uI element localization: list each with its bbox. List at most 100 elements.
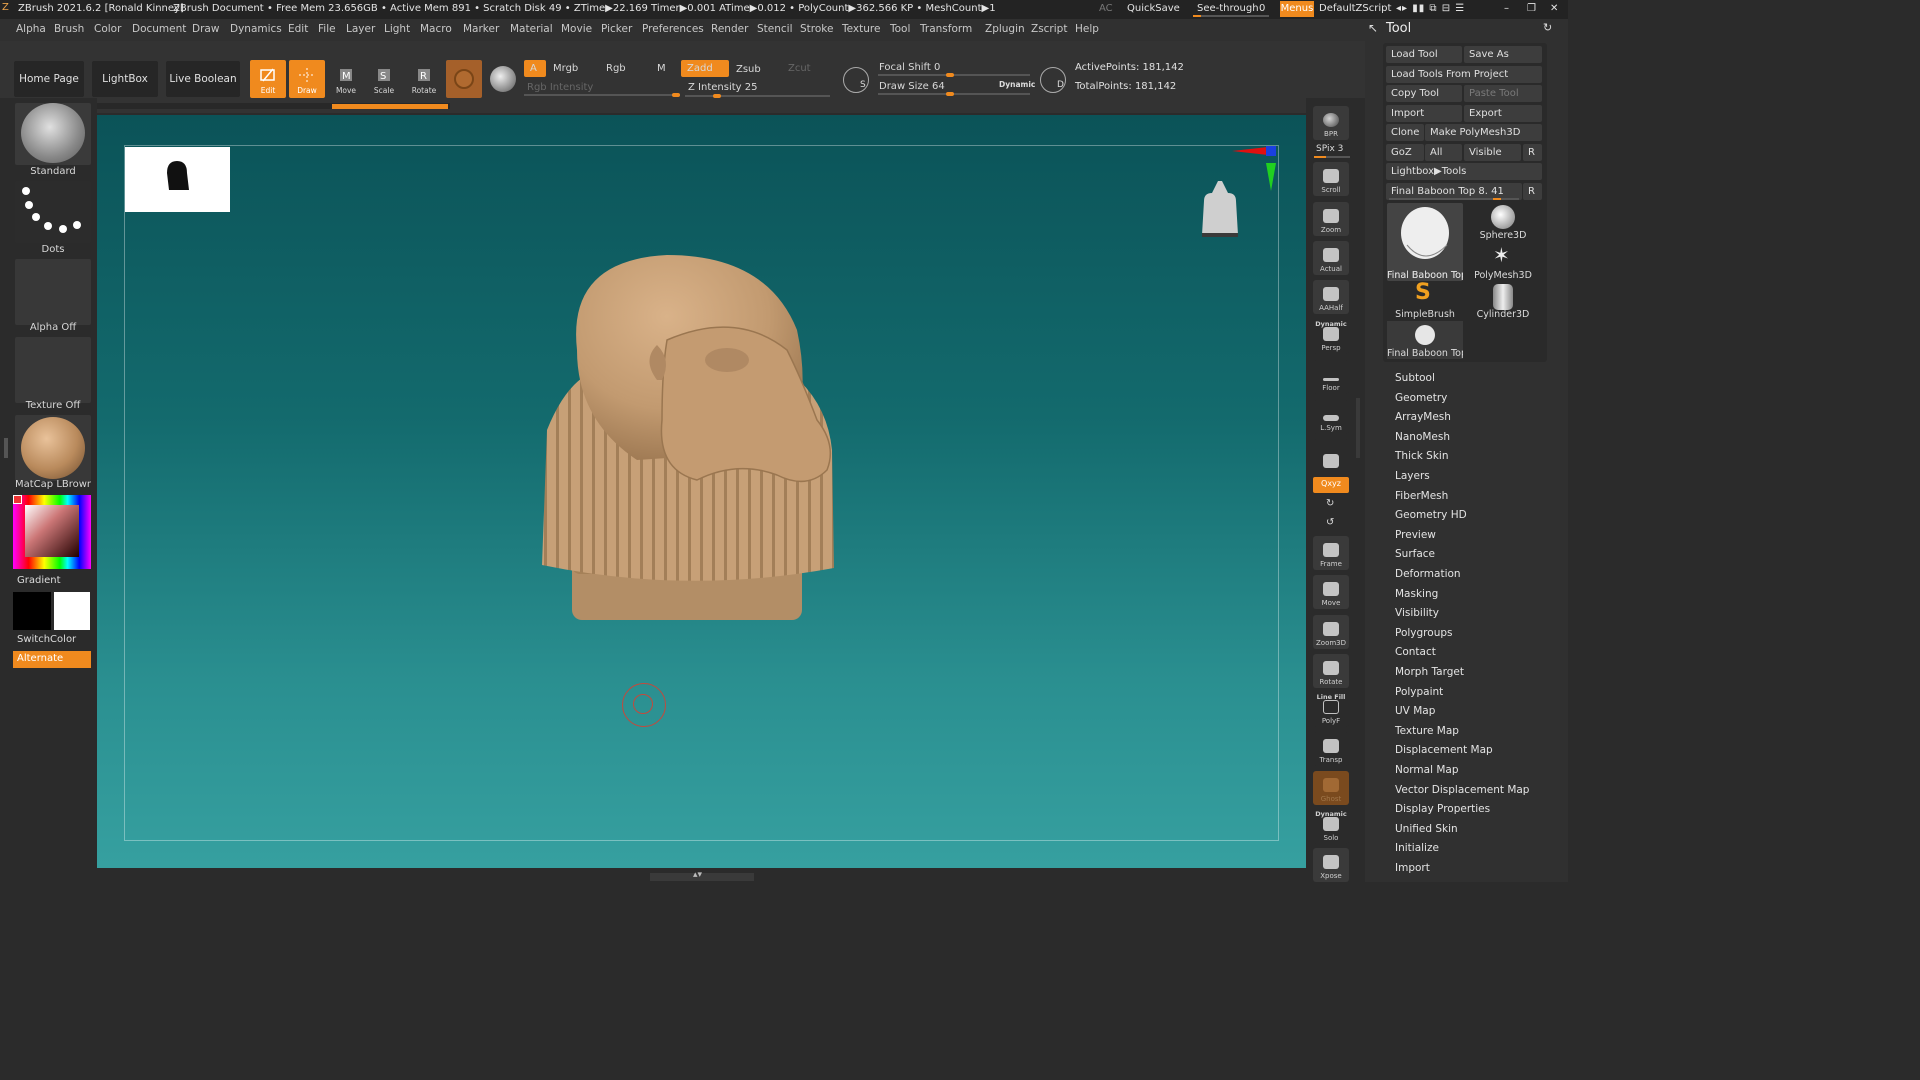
tool-thumb-cylinder3d[interactable]: Cylinder3D xyxy=(1465,282,1541,320)
solo-button[interactable]: Dynamic Solo xyxy=(1313,810,1349,844)
zoom3d-button[interactable]: Zoom3D xyxy=(1313,615,1349,649)
section-initialize[interactable]: Initialize xyxy=(1395,842,1439,854)
current-tool-slider-knob[interactable] xyxy=(1493,198,1501,200)
draw-size-slider[interactable] xyxy=(878,92,1030,96)
spix-slider[interactable] xyxy=(1314,156,1350,158)
menu-render[interactable]: Render xyxy=(711,23,748,35)
zcut-toggle[interactable]: Zcut xyxy=(782,60,822,77)
menu-layer[interactable]: Layer xyxy=(346,23,375,35)
menu-brush[interactable]: Brush xyxy=(54,23,84,35)
stroke-selector[interactable] xyxy=(15,181,91,243)
z-intensity-slider[interactable] xyxy=(685,94,830,98)
palette-refresh-icon[interactable]: ↻ xyxy=(1543,21,1552,34)
section-texture-map[interactable]: Texture Map xyxy=(1395,725,1459,737)
tool-thumb-polymesh3d[interactable]: ✶ PolyMesh3D xyxy=(1465,243,1541,281)
rotate-view-button[interactable]: Rotate xyxy=(1313,654,1349,688)
alternate-button[interactable]: Alternate xyxy=(13,651,91,668)
section-subtool[interactable]: Subtool xyxy=(1395,372,1435,384)
section-normal-map[interactable]: Normal Map xyxy=(1395,764,1459,776)
primary-color-swatch[interactable] xyxy=(13,592,51,630)
lazy-mouse-circle-icon[interactable]: D xyxy=(1040,67,1066,93)
transp-button[interactable]: Transp xyxy=(1313,732,1349,766)
goz-visible-button[interactable]: Visible xyxy=(1464,144,1521,161)
draw-mode-button[interactable]: Draw xyxy=(289,60,325,98)
section-surface[interactable]: Surface xyxy=(1395,548,1435,560)
m-toggle[interactable]: M xyxy=(651,60,675,77)
zadd-toggle[interactable]: Zadd xyxy=(681,60,729,77)
color-picker[interactable] xyxy=(13,495,91,569)
goz-all-button[interactable]: All xyxy=(1425,144,1462,161)
shelf-scroll-thumb[interactable] xyxy=(332,104,448,109)
rotation-z-icon[interactable]: ↺ xyxy=(1326,517,1334,528)
section-thick-skin[interactable]: Thick Skin xyxy=(1395,450,1449,462)
section-polygroups[interactable]: Polygroups xyxy=(1395,627,1452,639)
a-toggle[interactable]: A xyxy=(524,60,546,77)
make-polymesh3d-button[interactable]: Make PolyMesh3D xyxy=(1425,124,1542,141)
section-uv-map[interactable]: UV Map xyxy=(1395,705,1435,717)
rgb-intensity-slider[interactable] xyxy=(524,93,680,97)
focal-shift-knob[interactable] xyxy=(946,73,954,77)
menu-zscript[interactable]: Zscript xyxy=(1031,23,1067,35)
gradient-label[interactable]: Gradient xyxy=(17,575,61,586)
section-import[interactable]: Import xyxy=(1395,862,1430,874)
navigation-thumbnail[interactable] xyxy=(125,147,230,212)
menu-macro[interactable]: Macro xyxy=(420,23,452,35)
view-orientation-head-icon[interactable] xyxy=(1194,177,1244,239)
tool-thumb-final-baboon-2[interactable]: Final Baboon Top xyxy=(1387,243,1463,281)
move-view-button[interactable]: Move xyxy=(1313,575,1349,609)
zsub-toggle[interactable]: Zsub xyxy=(730,61,778,78)
section-deformation[interactable]: Deformation xyxy=(1395,568,1461,580)
focal-shift-slider[interactable] xyxy=(878,73,1030,77)
ac-button[interactable]: AC xyxy=(1099,3,1113,14)
rgb-intensity-knob[interactable] xyxy=(672,93,680,97)
section-geometry[interactable]: Geometry xyxy=(1395,392,1447,404)
menus-toggle[interactable]: Menus xyxy=(1280,1,1314,17)
aahalf-button[interactable]: AAHalf xyxy=(1313,280,1349,314)
restore-icon[interactable]: ❐ xyxy=(1527,3,1536,14)
focal-shift-circle-icon[interactable]: S xyxy=(843,67,869,93)
quicksave-button[interactable]: QuickSave xyxy=(1127,3,1180,14)
section-visibility[interactable]: Visibility xyxy=(1395,607,1439,619)
material-swatch-button[interactable] xyxy=(446,60,482,98)
mrgb-toggle[interactable]: Mrgb xyxy=(547,60,595,77)
menu-material[interactable]: Material xyxy=(510,23,553,35)
current-tool-r-button[interactable]: R xyxy=(1523,183,1542,200)
section-fibermesh[interactable]: FiberMesh xyxy=(1395,490,1448,502)
color-picker-square[interactable] xyxy=(25,505,79,557)
menu-marker[interactable]: Marker xyxy=(463,23,499,35)
section-display-properties[interactable]: Display Properties xyxy=(1395,803,1490,815)
section-arraymesh[interactable]: ArrayMesh xyxy=(1395,411,1451,423)
see-through-label[interactable]: See-through xyxy=(1197,3,1259,14)
menu-help[interactable]: Help xyxy=(1075,23,1099,35)
switchcolor-button[interactable]: SwitchColor xyxy=(17,634,76,645)
close-icon[interactable]: ✕ xyxy=(1550,3,1558,14)
document-canvas[interactable] xyxy=(97,115,1306,868)
minimize-icon[interactable]: – xyxy=(1504,3,1509,14)
lightbox-tools-button[interactable]: Lightbox▶Tools xyxy=(1386,163,1542,180)
section-geometry-hd[interactable]: Geometry HD xyxy=(1395,509,1467,521)
export-button[interactable]: Export xyxy=(1464,105,1542,122)
tool-thumb-sphere3d[interactable]: Sphere3D xyxy=(1465,203,1541,241)
floor-button[interactable]: Floor xyxy=(1313,360,1349,394)
copy-tool-button[interactable]: Copy Tool xyxy=(1386,85,1462,102)
lsym-button[interactable]: L.Sym xyxy=(1313,400,1349,434)
draw-size-knob[interactable] xyxy=(946,92,954,96)
tool-thumb-simplebrush[interactable]: S SimpleBrush xyxy=(1387,280,1463,320)
secondary-color-swatch[interactable] xyxy=(54,592,90,630)
section-contact[interactable]: Contact xyxy=(1395,646,1436,658)
ghost-button[interactable]: Ghost xyxy=(1313,771,1349,805)
default-zscript-button[interactable]: DefaultZScript xyxy=(1319,3,1391,14)
xyz-rotation-toggle[interactable]: Qxyz xyxy=(1313,477,1349,493)
load-tool-button[interactable]: Load Tool xyxy=(1386,46,1462,63)
goz-button[interactable]: GoZ xyxy=(1386,144,1424,161)
left-tray-collapse-handle[interactable] xyxy=(4,438,8,458)
menu-stroke[interactable]: Stroke xyxy=(800,23,833,35)
menu-preferences[interactable]: Preferences xyxy=(642,23,704,35)
section-layers[interactable]: Layers xyxy=(1395,470,1430,482)
right-tray-collapse-handle[interactable] xyxy=(1356,398,1360,458)
bottom-tray-arrows-icon[interactable]: ▴▾ xyxy=(693,870,702,880)
xpose-button[interactable]: Xpose xyxy=(1313,848,1349,882)
z-intensity-knob[interactable] xyxy=(713,94,722,98)
home-page-button[interactable]: Home Page xyxy=(14,61,84,97)
import-button[interactable]: Import xyxy=(1386,105,1462,122)
